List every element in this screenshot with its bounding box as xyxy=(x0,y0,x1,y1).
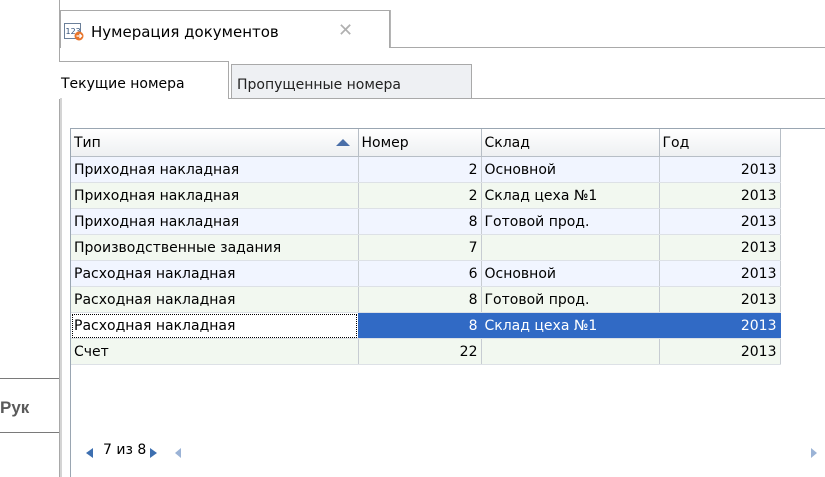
document-tab[interactable]: 123 Нумерация документов ✕ xyxy=(60,10,390,48)
cell-type[interactable]: Расходная накладная xyxy=(71,286,359,313)
document-numbers-grid: Тип Номер Склад Год Приходная накладная … xyxy=(70,128,825,477)
tab-separator xyxy=(390,10,391,48)
cell-type[interactable]: Расходная накладная xyxy=(71,260,359,287)
cell-warehouse[interactable]: Основной xyxy=(481,156,660,183)
document-tabbar: 123 Нумерация документов ✕ xyxy=(60,0,825,48)
column-header-year-label: Год xyxy=(662,134,690,151)
scroll-right-icon[interactable] xyxy=(811,448,817,458)
cell-type[interactable]: Производственные задания xyxy=(71,234,359,261)
numbering-window: 123 Нумерация документов ✕ Текущие номер… xyxy=(59,0,825,477)
cell-number[interactable]: 8 xyxy=(358,312,482,339)
close-icon[interactable]: ✕ xyxy=(338,20,353,41)
column-header-year[interactable]: Год xyxy=(659,129,781,157)
record-position: 7 из 8 xyxy=(103,442,147,458)
cell-year[interactable]: 2013 xyxy=(659,286,781,313)
column-header-number-label: Номер xyxy=(361,134,409,151)
panel-edge xyxy=(60,98,62,477)
record-navigator: 7 из 8 xyxy=(71,440,825,468)
grid-header-row: Тип Номер Склад Год xyxy=(71,129,781,157)
cell-number[interactable]: 6 xyxy=(358,260,482,287)
cell-type[interactable]: Расходная накладная xyxy=(71,312,359,339)
column-header-warehouse[interactable]: Склад xyxy=(481,129,660,157)
table-row[interactable]: Приходная накладная 2 Основной 2013 xyxy=(71,156,781,183)
table-row[interactable]: Расходная накладная 8 Готовой прод. 2013 xyxy=(71,286,781,313)
cell-year[interactable]: 2013 xyxy=(659,156,781,183)
cell-warehouse[interactable]: Готовой прод. xyxy=(481,208,660,235)
grid-table: Тип Номер Склад Год Приходная накладная … xyxy=(71,129,781,365)
cell-year[interactable]: 2013 xyxy=(659,260,781,287)
cell-warehouse[interactable] xyxy=(481,338,660,365)
table-row[interactable]: Приходная накладная 2 Склад цеха №1 2013 xyxy=(71,182,781,209)
cell-type[interactable]: Счет xyxy=(71,338,359,365)
column-header-warehouse-label: Склад xyxy=(484,134,530,151)
tab-current-numbers-label: Текущие номера xyxy=(61,76,185,92)
cell-number[interactable]: 8 xyxy=(358,286,482,313)
column-header-type-label: Тип xyxy=(74,134,101,151)
cell-year[interactable]: 2013 xyxy=(659,312,781,339)
table-row[interactable]: Счет 22 2013 xyxy=(71,338,781,365)
next-record-icon[interactable] xyxy=(150,448,157,458)
cell-number[interactable]: 7 xyxy=(358,234,482,261)
cell-type[interactable]: Приходная накладная xyxy=(71,208,359,235)
cell-type[interactable]: Приходная накладная xyxy=(71,182,359,209)
inner-tab-baseline xyxy=(229,98,825,99)
tab-missed-numbers-label: Пропущенные номера xyxy=(237,77,402,93)
table-row[interactable]: Расходная накладная 6 Основной 2013 xyxy=(71,260,781,287)
cell-warehouse[interactable]: Основной xyxy=(481,260,660,287)
table-row[interactable]: Производственные задания 7 2013 xyxy=(71,234,781,261)
cell-number[interactable]: 2 xyxy=(358,156,482,183)
tab-missed-numbers[interactable]: Пропущенные номера xyxy=(231,64,472,98)
cell-year[interactable]: 2013 xyxy=(659,182,781,209)
cell-warehouse[interactable]: Склад цеха №1 xyxy=(481,182,660,209)
previous-record-icon[interactable] xyxy=(86,448,93,458)
background-divider xyxy=(0,432,62,433)
cell-year[interactable]: 2013 xyxy=(659,234,781,261)
column-header-type[interactable]: Тип xyxy=(71,129,359,157)
table-row[interactable]: Приходная накладная 8 Готовой прод. 2013 xyxy=(71,208,781,235)
scroll-left-icon[interactable] xyxy=(175,448,181,458)
cell-warehouse[interactable]: Готовой прод. xyxy=(481,286,660,313)
cell-number[interactable]: 22 xyxy=(358,338,482,365)
column-header-number[interactable]: Номер xyxy=(358,129,482,157)
background-heading-fragment: Рук xyxy=(0,398,30,417)
cell-year[interactable]: 2013 xyxy=(659,208,781,235)
cell-warehouse[interactable] xyxy=(481,234,660,261)
document-tab-title: Нумерация документов xyxy=(91,23,279,41)
tab-current-numbers[interactable]: Текущие номера xyxy=(59,61,229,99)
numbering-icon: 123 xyxy=(64,23,84,41)
cell-type[interactable]: Приходная накладная xyxy=(71,156,359,183)
cell-number[interactable]: 8 xyxy=(358,208,482,235)
tabbar-baseline xyxy=(390,47,825,48)
sort-ascending-icon xyxy=(335,139,350,146)
cell-year[interactable]: 2013 xyxy=(659,338,781,365)
cell-number[interactable]: 2 xyxy=(358,182,482,209)
table-row-selected[interactable]: Расходная накладная 8 Склад цеха №1 2013 xyxy=(71,312,781,339)
cell-warehouse[interactable]: Склад цеха №1 xyxy=(481,312,660,339)
